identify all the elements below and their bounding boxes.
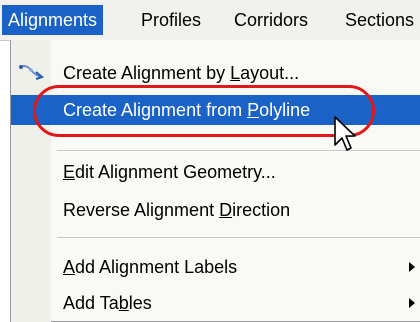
menu-alignments[interactable]: Alignments	[2, 5, 104, 35]
menu-item-reverse-alignment-direction[interactable]: Reverse Alignment Direction	[11, 195, 420, 225]
menu-item-add-alignment-labels[interactable]: Add Alignment Labels	[11, 252, 420, 282]
menu-separator	[57, 150, 420, 152]
menu-item-label: Create Alignment by Layout...	[63, 63, 300, 83]
menu-profiles[interactable]: Profiles	[141, 5, 201, 35]
menu-item-edit-alignment-geometry[interactable]: Edit Alignment Geometry...	[11, 157, 420, 187]
menu-item-label: Reverse Alignment Direction	[63, 200, 291, 220]
alignment-layout-icon	[19, 65, 45, 80]
screenshot-frame: Alignments Profiles Corridors Sections C…	[0, 0, 420, 322]
menu-item-label: Edit Alignment Geometry...	[63, 162, 276, 182]
menu-bar: Alignments Profiles Corridors Sections	[0, 0, 420, 41]
menu-item-create-alignment-from-polyline[interactable]: Create Alignment from Polyline	[11, 95, 420, 125]
alignments-dropdown-menu: Create Alignment by Layout... Create Ali…	[10, 40, 420, 322]
menu-sections[interactable]: Sections	[345, 5, 414, 35]
menu-item-label: Add Tables	[63, 293, 152, 313]
submenu-arrow-icon	[409, 298, 415, 308]
menu-item-add-tables[interactable]: Add Tables	[11, 288, 420, 318]
menu-item-create-alignment-by-layout[interactable]: Create Alignment by Layout...	[11, 58, 420, 88]
menu-corridors[interactable]: Corridors	[234, 5, 308, 35]
submenu-arrow-icon	[409, 262, 415, 272]
menu-separator	[57, 237, 420, 239]
mouse-pointer-icon	[334, 116, 356, 151]
menu-item-label: Create Alignment from Polyline	[63, 100, 311, 120]
menu-item-label: Add Alignment Labels	[63, 257, 238, 277]
